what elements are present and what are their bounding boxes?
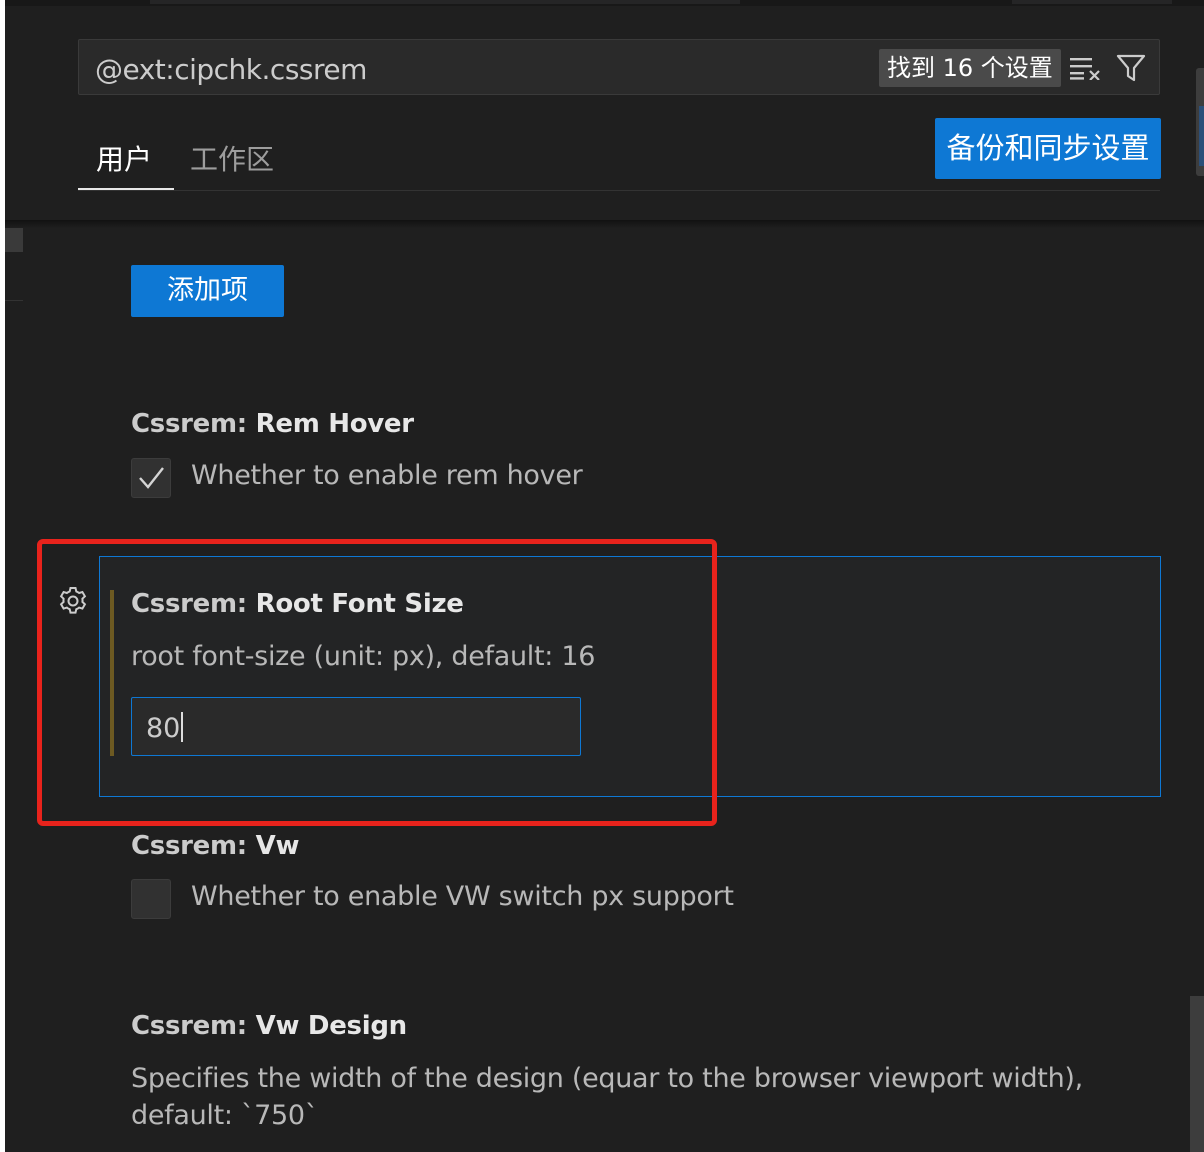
annotation-highlight-box xyxy=(37,539,717,826)
divider xyxy=(5,300,23,301)
result-count-badge: 找到 16 个设置 xyxy=(879,49,1061,87)
setting-name: Rem Hover xyxy=(255,409,414,439)
setting-category: Cssrem: xyxy=(131,1011,256,1041)
settings-search-input[interactable]: @ext:cipchk.cssrem 找到 16 个设置 xyxy=(78,39,1160,95)
editor-tab[interactable] xyxy=(150,0,740,4)
setting-name: Vw xyxy=(255,831,300,861)
vw-checkbox[interactable] xyxy=(131,879,171,919)
setting-title-rem-hover: Cssrem: Rem Hover xyxy=(131,409,414,439)
overflow-panel-accent xyxy=(1199,106,1204,166)
settings-editor: @ext:cipchk.cssrem 找到 16 个设置 用户 工作区 备份和同… xyxy=(0,0,1204,1152)
tab-user[interactable]: 用户 xyxy=(96,138,152,178)
checkmark-icon xyxy=(139,467,164,489)
filter-icon[interactable] xyxy=(1113,50,1149,86)
setting-name: Vw Design xyxy=(255,1011,408,1041)
setting-description: Whether to enable rem hover xyxy=(191,460,583,491)
setting-category: Cssrem: xyxy=(131,409,256,439)
setting-description: Whether to enable VW switch px support xyxy=(191,881,734,912)
tabs-divider xyxy=(78,190,1160,191)
editor-tab[interactable] xyxy=(1012,0,1172,4)
clear-filter-icon[interactable] xyxy=(1067,50,1103,86)
backup-sync-button[interactable]: 备份和同步设置 xyxy=(935,118,1161,179)
add-item-button[interactable]: 添加项 xyxy=(131,265,284,317)
setting-description: Specifies the width of the design (equar… xyxy=(131,1063,1083,1131)
search-query-text[interactable]: @ext:cipchk.cssrem xyxy=(95,53,367,86)
header-shadow xyxy=(5,220,1204,228)
tab-workspace[interactable]: 工作区 xyxy=(190,138,274,178)
setting-title-vw-design: Cssrem: Vw Design xyxy=(131,1011,407,1041)
setting-category: Cssrem: xyxy=(131,831,256,861)
setting-title-vw: Cssrem: Vw xyxy=(131,831,299,861)
scrollbar-thumb[interactable] xyxy=(1190,996,1204,1152)
rem-hover-checkbox[interactable] xyxy=(131,458,171,498)
